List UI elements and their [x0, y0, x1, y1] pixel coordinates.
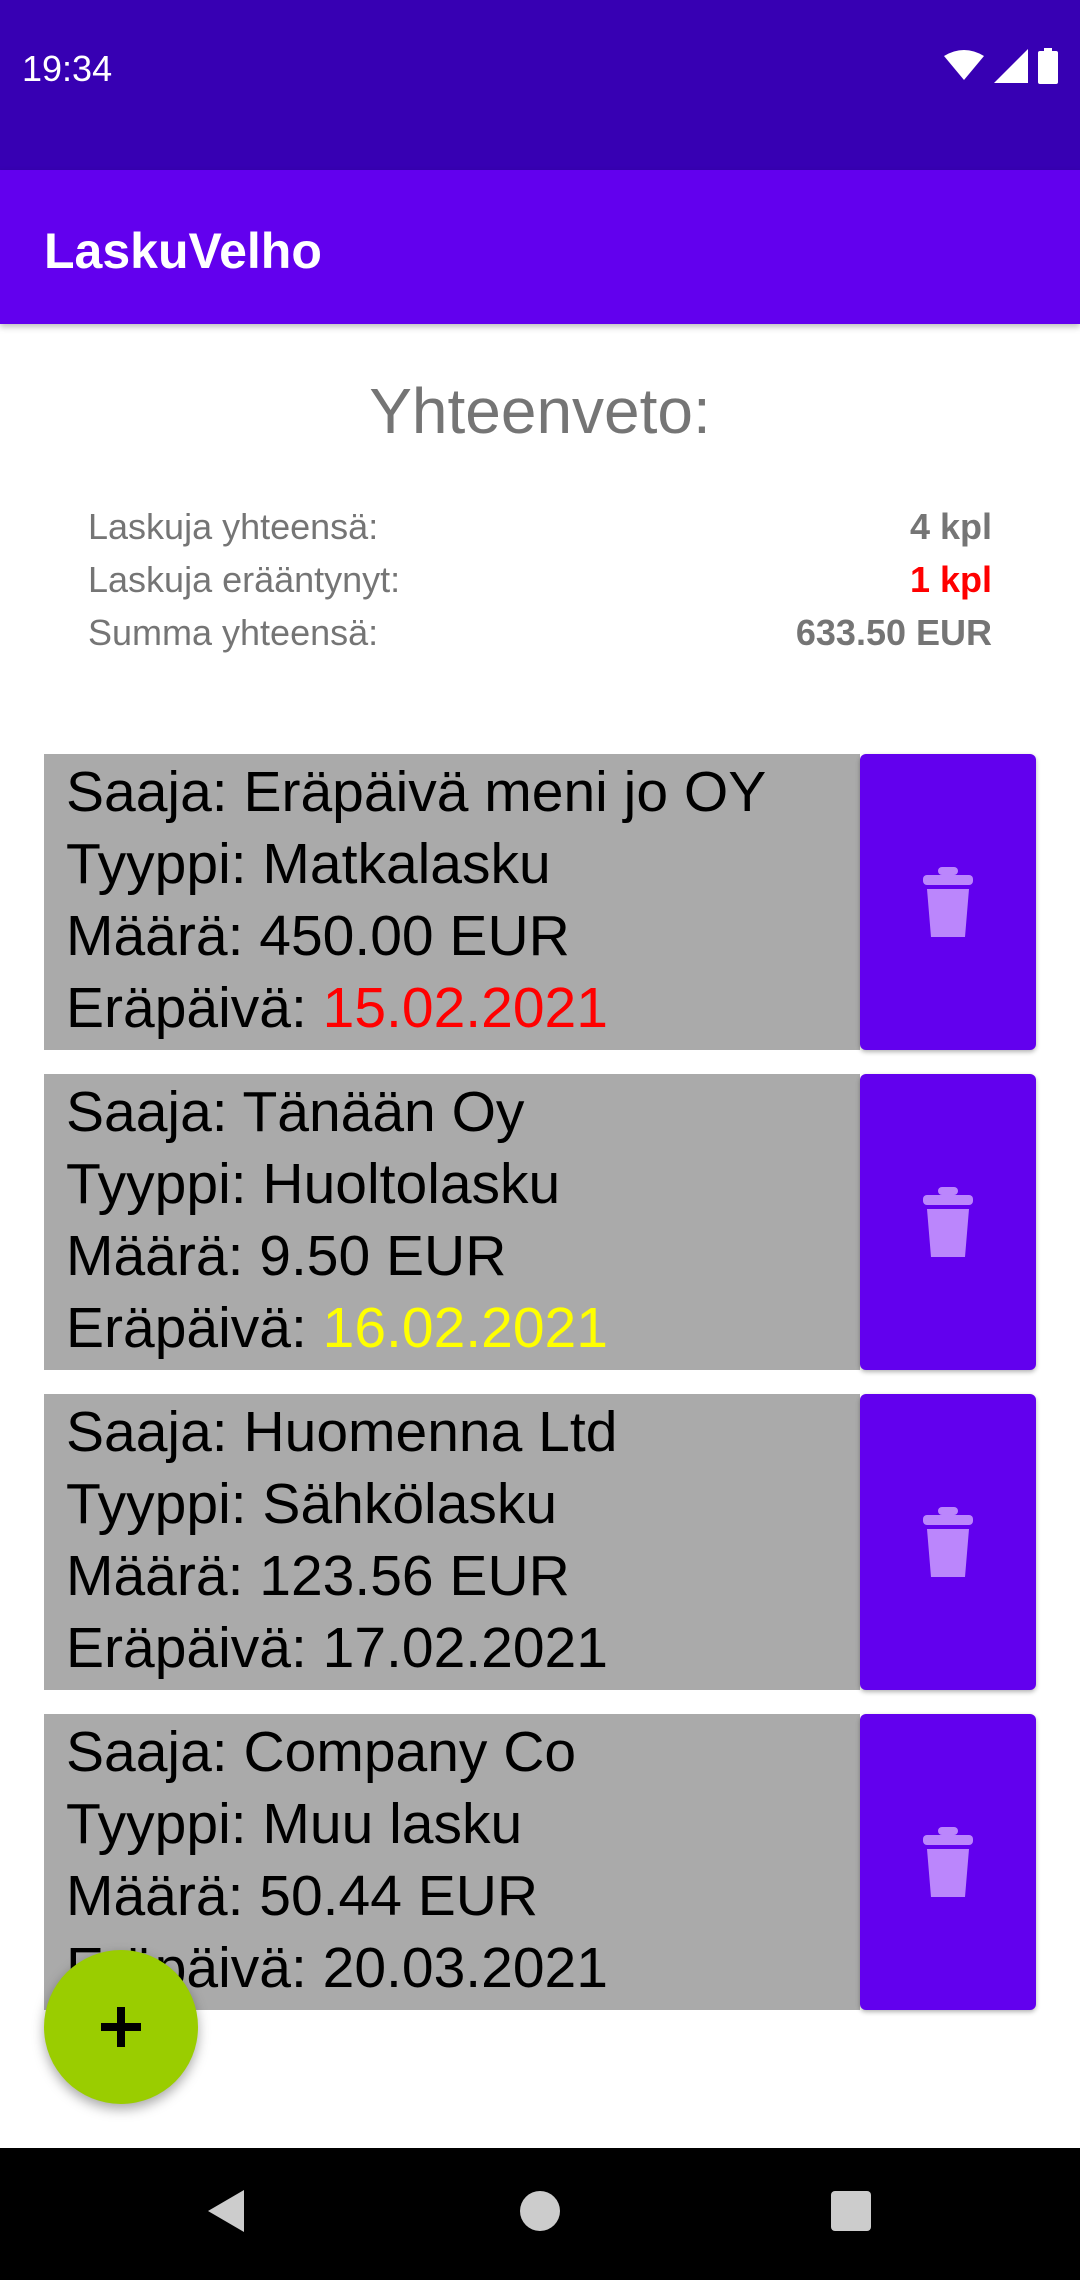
summary-value: 1 kpl — [909, 559, 992, 600]
battery-icon — [1038, 48, 1058, 84]
home-icon[interactable] — [517, 2186, 563, 2236]
signal-icon — [994, 49, 1028, 83]
invoice-card: Saaja: Company Co Tyyppi: Muu lasku Määr… — [44, 1714, 1036, 2010]
invoice-due-date: Eräpäivä: 16.02.2021 — [66, 1296, 608, 1360]
invoice-amount: Määrä: 123.56 EUR — [66, 1544, 570, 1608]
app-bar: LaskuVelho — [0, 170, 1080, 324]
invoice-card: Saaja: Huomenna Ltd Tyyppi: Sähkölasku M… — [44, 1394, 1036, 1690]
summary-row-overdue-count: Laskuja erääntynyt: 1 kpl — [88, 559, 992, 611]
summary-row-total-sum: Summa yhteensä: 633.50 EUR — [88, 612, 992, 664]
delete-button[interactable] — [860, 1074, 1036, 1370]
invoice-type: Tyyppi: Huoltolasku — [66, 1152, 561, 1216]
invoice-amount: Määrä: 9.50 EUR — [66, 1224, 507, 1288]
app-title: LaskuVelho — [44, 223, 322, 279]
invoice-type: Tyyppi: Sähkölasku — [66, 1472, 558, 1536]
trash-icon — [923, 1827, 973, 1897]
invoice-type: Tyyppi: Matkalasku — [66, 832, 551, 896]
wifi-icon — [944, 50, 984, 80]
summary-value: 4 kpl — [909, 506, 992, 547]
status-time: 19:34 — [22, 48, 113, 89]
invoice-recipient: Saaja: Tänään Oy — [66, 1080, 525, 1144]
trash-icon — [923, 1507, 973, 1577]
add-invoice-button[interactable] — [44, 1950, 198, 2104]
invoice-recipient: Saaja: Huomenna Ltd — [66, 1400, 618, 1464]
summary-label: Laskuja erääntynyt: — [88, 559, 401, 600]
invoice-amount: Määrä: 50.44 EUR — [66, 1864, 539, 1928]
invoice-due-date: Eräpäivä: 17.02.2021 — [66, 1616, 608, 1680]
summary-value: 633.50 EUR — [795, 612, 992, 653]
invoice-recipient: Saaja: Eräpäivä meni jo OY — [66, 760, 767, 824]
plus-icon — [101, 2007, 141, 2047]
invoice-card: Saaja: Eräpäivä meni jo OY Tyyppi: Matka… — [44, 754, 1036, 1050]
back-icon[interactable] — [204, 2186, 248, 2236]
invoice-info[interactable]: Saaja: Eräpäivä meni jo OY Tyyppi: Matka… — [44, 754, 860, 1050]
status-icons — [944, 46, 1058, 86]
status-bar: 19:34 — [0, 0, 1080, 170]
delete-button[interactable] — [860, 1714, 1036, 2010]
invoice-type: Tyyppi: Muu lasku — [66, 1792, 523, 1856]
summary-title: Yhteenveto: — [369, 375, 711, 447]
delete-button[interactable] — [860, 1394, 1036, 1690]
summary-label: Laskuja yhteensä: — [88, 506, 379, 547]
invoice-due-date: Eräpäivä: 15.02.2021 — [66, 976, 608, 1040]
invoice-info[interactable]: Saaja: Tänään Oy Tyyppi: Huoltolasku Mää… — [44, 1074, 860, 1370]
invoice-card: Saaja: Tänään Oy Tyyppi: Huoltolasku Mää… — [44, 1074, 1036, 1370]
invoice-recipient: Saaja: Company Co — [66, 1720, 577, 1784]
trash-icon — [923, 867, 973, 937]
navigation-bar — [0, 2148, 1080, 2280]
invoice-amount: Määrä: 450.00 EUR — [66, 904, 570, 968]
trash-icon — [923, 1187, 973, 1257]
summary-label: Summa yhteensä: — [88, 612, 379, 653]
summary-row-total-count: Laskuja yhteensä: 4 kpl — [88, 506, 992, 558]
invoice-info[interactable]: Saaja: Huomenna Ltd Tyyppi: Sähkölasku M… — [44, 1394, 860, 1690]
recents-icon[interactable] — [829, 2186, 873, 2236]
delete-button[interactable] — [860, 754, 1036, 1050]
